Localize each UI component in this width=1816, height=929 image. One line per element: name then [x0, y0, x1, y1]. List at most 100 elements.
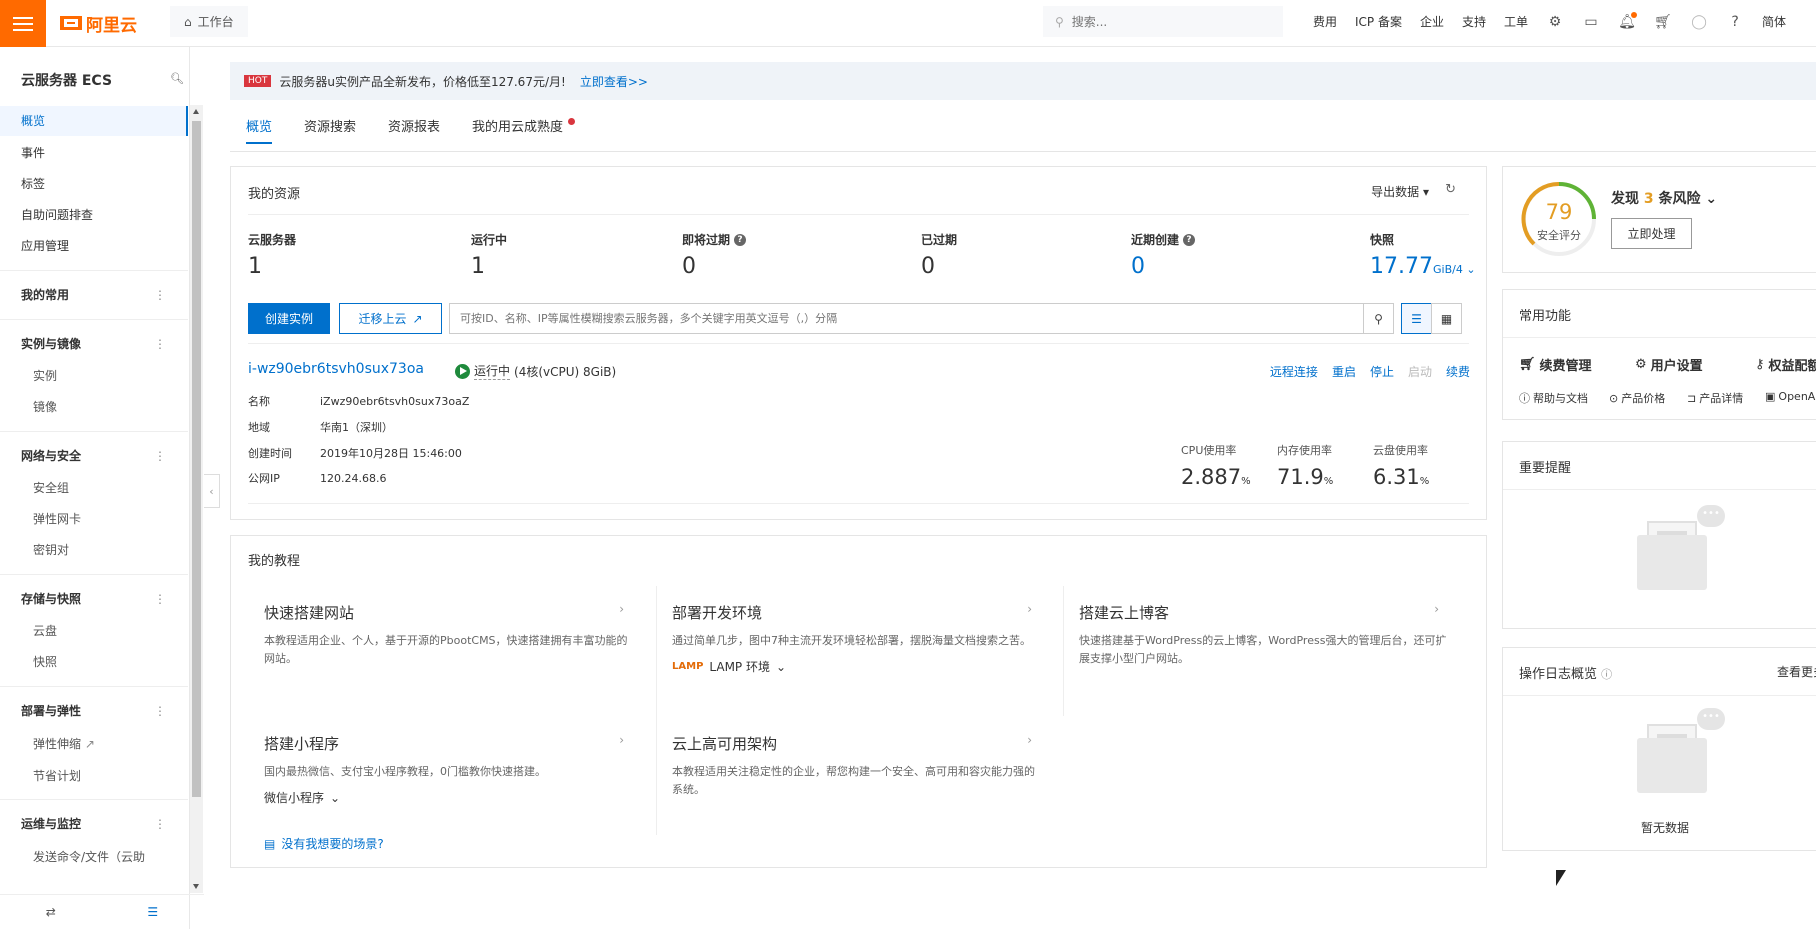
help-icon[interactable]: ? — [734, 233, 747, 246]
stat-expiring[interactable]: 即将过期? 0 — [682, 231, 747, 279]
create-instance-button[interactable]: 创建实例 — [248, 303, 330, 334]
more-icon[interactable]: ⋮ — [154, 584, 166, 614]
help-icon[interactable]: ? — [1183, 233, 1196, 246]
product-price-link[interactable]: ⊙ 产品价格 — [1609, 390, 1665, 406]
miniprogram-select[interactable]: 微信小程序 ⌄ — [264, 789, 644, 806]
sidebar-group-storage[interactable]: 存储与快照 ⋮ — [0, 584, 188, 614]
help-docs-link[interactable]: ⓘ 帮助与文档 — [1519, 390, 1588, 406]
stat-servers[interactable]: 云服务器 1 — [248, 231, 296, 279]
sidebar-group-network[interactable]: 网络与安全 ⋮ — [0, 441, 188, 471]
swap-icon[interactable]: ⇄ — [46, 905, 56, 919]
sidebar-scrollbar[interactable] — [190, 105, 203, 893]
reboot-link[interactable]: 重启 — [1332, 363, 1356, 380]
menu-icon[interactable] — [0, 0, 46, 47]
sidebar-item-send-command[interactable]: 发送命令/文件（云助 — [0, 842, 188, 872]
nav-link-fees[interactable]: 费用 — [1304, 13, 1346, 30]
openapi-link[interactable]: ▣OpenAPI — [1765, 390, 1816, 403]
instance-id-link[interactable]: i-wz90ebr6tsvh0sux73oa — [248, 361, 424, 377]
tutorial-website[interactable]: 快速搭建网站 › 本教程适用企业、个人，基于开源的PbootCMS，快速搭建拥有丰… — [264, 602, 644, 668]
handle-now-button[interactable]: 立即处理 — [1611, 218, 1692, 249]
global-search-input[interactable] — [1071, 14, 1252, 29]
sidebar-item-tags[interactable]: 标签 — [0, 169, 188, 199]
sidebar-item-snapshot[interactable]: 快照 — [0, 647, 188, 677]
oplog-more-link[interactable]: 查看更多 — [1777, 663, 1816, 680]
nav-link-ticket[interactable]: 工单 — [1495, 13, 1537, 30]
nav-link-icp[interactable]: ICP 备案 — [1346, 13, 1411, 30]
lightbulb-icon[interactable]: ◯ — [1681, 14, 1717, 30]
export-data-dropdown[interactable]: 导出数据 ▾ — [1371, 183, 1429, 200]
sidebar-item-savings-plan[interactable]: 节省计划 — [0, 761, 188, 791]
remote-connect-link[interactable]: 远程连接 — [1270, 363, 1318, 380]
stat-running[interactable]: 运行中 1 — [471, 231, 507, 279]
tab-resource-search[interactable]: 资源搜索 — [288, 114, 372, 152]
renew-link[interactable]: 续费 — [1446, 363, 1470, 380]
sidebar-group-ops[interactable]: 运维与监控 ⋮ — [0, 809, 188, 839]
dev-env-select[interactable]: LAMP LAMP 环境 ⌄ — [672, 658, 1052, 675]
memory-usage: 内存使用率 71.9% — [1277, 444, 1334, 489]
risk-summary[interactable]: 发现 3 条风险 ⌄ — [1611, 188, 1717, 208]
tab-maturity[interactable]: 我的用云成熟度 — [456, 114, 585, 152]
no-scene-link[interactable]: ▤ 没有我想要的场景? — [264, 835, 384, 852]
sidebar-group-instances[interactable]: 实例与镜像 ⋮ — [0, 329, 188, 359]
sidebar-item-apps[interactable]: 应用管理 — [0, 231, 188, 261]
tutorial-miniprogram[interactable]: 搭建小程序 › 国内最热微信、支付宝小程序教程，0门槛教你快速搭建。 微信小程序 ⌄ — [264, 733, 644, 806]
lamp-logo-icon: LAMP — [672, 661, 704, 672]
sidebar-item-instance[interactable]: 实例 — [0, 361, 188, 391]
renewal-management[interactable]: 🛒︎ 续费管理 — [1519, 355, 1592, 374]
stat-expired[interactable]: 已过期 0 — [921, 231, 957, 279]
nav-link-support[interactable]: 支持 — [1453, 13, 1495, 30]
sidebar-item-disk[interactable]: 云盘 — [0, 616, 188, 646]
sidebar-item-autoscaling[interactable]: 弹性伸缩 ↗ — [0, 729, 188, 759]
help-icon[interactable]: ? — [1717, 14, 1753, 30]
sidebar-item-troubleshoot[interactable]: 自助问题排查 — [0, 200, 188, 230]
sidebar-item-keypair[interactable]: 密钥对 — [0, 535, 188, 565]
stat-snapshot[interactable]: 快照 17.77GiB/4 ⌄ — [1370, 231, 1476, 279]
sidebar-group-favorites[interactable]: 我的常用 ⋮ — [0, 280, 188, 310]
tab-overview[interactable]: 概览 — [230, 114, 288, 152]
security-gauge[interactable]: 79 安全评分 — [1519, 179, 1599, 259]
mouse-cursor — [1556, 870, 1566, 886]
sidebar-group-deploy[interactable]: 部署与弹性 ⋮ — [0, 696, 188, 726]
product-detail-link[interactable]: ⊐ 产品详情 — [1687, 390, 1743, 406]
more-icon[interactable]: ⋮ — [154, 329, 166, 359]
filter-search-icon[interactable]: ⚲ — [1363, 303, 1394, 334]
tutorial-dev-env[interactable]: 部署开发环境 › 通过简单几步，图中7种主流开发环境轻松部署，摆脱海量文档搜索之苦… — [672, 602, 1052, 675]
sidebar-item-events[interactable]: 事件 — [0, 138, 188, 168]
cloud-shell-icon[interactable]: ⚙ — [1537, 14, 1573, 30]
language-switch[interactable]: 简体 — [1753, 13, 1795, 30]
instance-filter[interactable] — [449, 303, 1364, 334]
tutorial-ha-architecture[interactable]: 云上高可用架构 › 本教程适用关注稳定性的企业，帮您构建一个安全、高可用和容灾能力… — [672, 733, 1052, 799]
sidebar-title: 云服务器 ECS — [21, 73, 113, 89]
user-settings[interactable]: ⚙ 用户设置 — [1635, 355, 1703, 374]
sidebar-item-eni[interactable]: 弹性网卡 — [0, 504, 188, 534]
aliyun-logo[interactable]: 阿里云 — [60, 12, 137, 36]
announcement-link[interactable]: 立即查看>> — [580, 73, 648, 90]
more-icon[interactable]: ⋮ — [154, 441, 166, 471]
help-icon[interactable]: ⓘ — [1601, 668, 1612, 681]
refresh-icon[interactable]: ↻ — [1445, 182, 1456, 197]
workspace-button[interactable]: ⌂ 工作台 — [170, 6, 248, 37]
collapse-sidebar-handle[interactable]: ‹ — [204, 474, 220, 508]
more-icon[interactable]: ⋮ — [154, 696, 166, 726]
stop-link[interactable]: 停止 — [1370, 363, 1394, 380]
grid-view-button[interactable]: ▦ — [1431, 303, 1462, 334]
nav-link-enterprise[interactable]: 企业 — [1411, 13, 1453, 30]
cart-icon[interactable]: 🛒︎ — [1645, 14, 1681, 30]
tutorial-blog[interactable]: 搭建云上博客 › 快速搭建基于WordPress的云上博客，WordPress强大… — [1079, 602, 1459, 668]
more-icon[interactable]: ⋮ — [154, 809, 166, 839]
global-search[interactable]: ⚲ — [1043, 6, 1283, 37]
list-view-button[interactable]: ☰ — [1401, 303, 1432, 334]
terminal-icon[interactable]: ▭ — [1573, 14, 1609, 30]
stat-recent[interactable]: 近期创建? 0 — [1131, 231, 1196, 279]
tab-resource-report[interactable]: 资源报表 — [372, 114, 456, 152]
list-icon[interactable]: ☰ — [147, 905, 158, 919]
more-icon[interactable]: ⋮ — [154, 280, 166, 310]
sidebar-search-icon[interactable]: 🔍︎ — [170, 72, 184, 85]
sidebar-item-overview[interactable]: 概览 — [0, 106, 188, 136]
instance-filter-input[interactable] — [460, 312, 1363, 325]
bell-icon[interactable]: 🔔︎ — [1609, 11, 1645, 30]
migrate-button[interactable]: 迁移上云 ↗ — [339, 303, 442, 334]
quota-settings[interactable]: ⚷ 权益配额 — [1755, 355, 1816, 374]
sidebar-item-image[interactable]: 镜像 — [0, 392, 188, 422]
sidebar-item-security-group[interactable]: 安全组 — [0, 473, 188, 503]
